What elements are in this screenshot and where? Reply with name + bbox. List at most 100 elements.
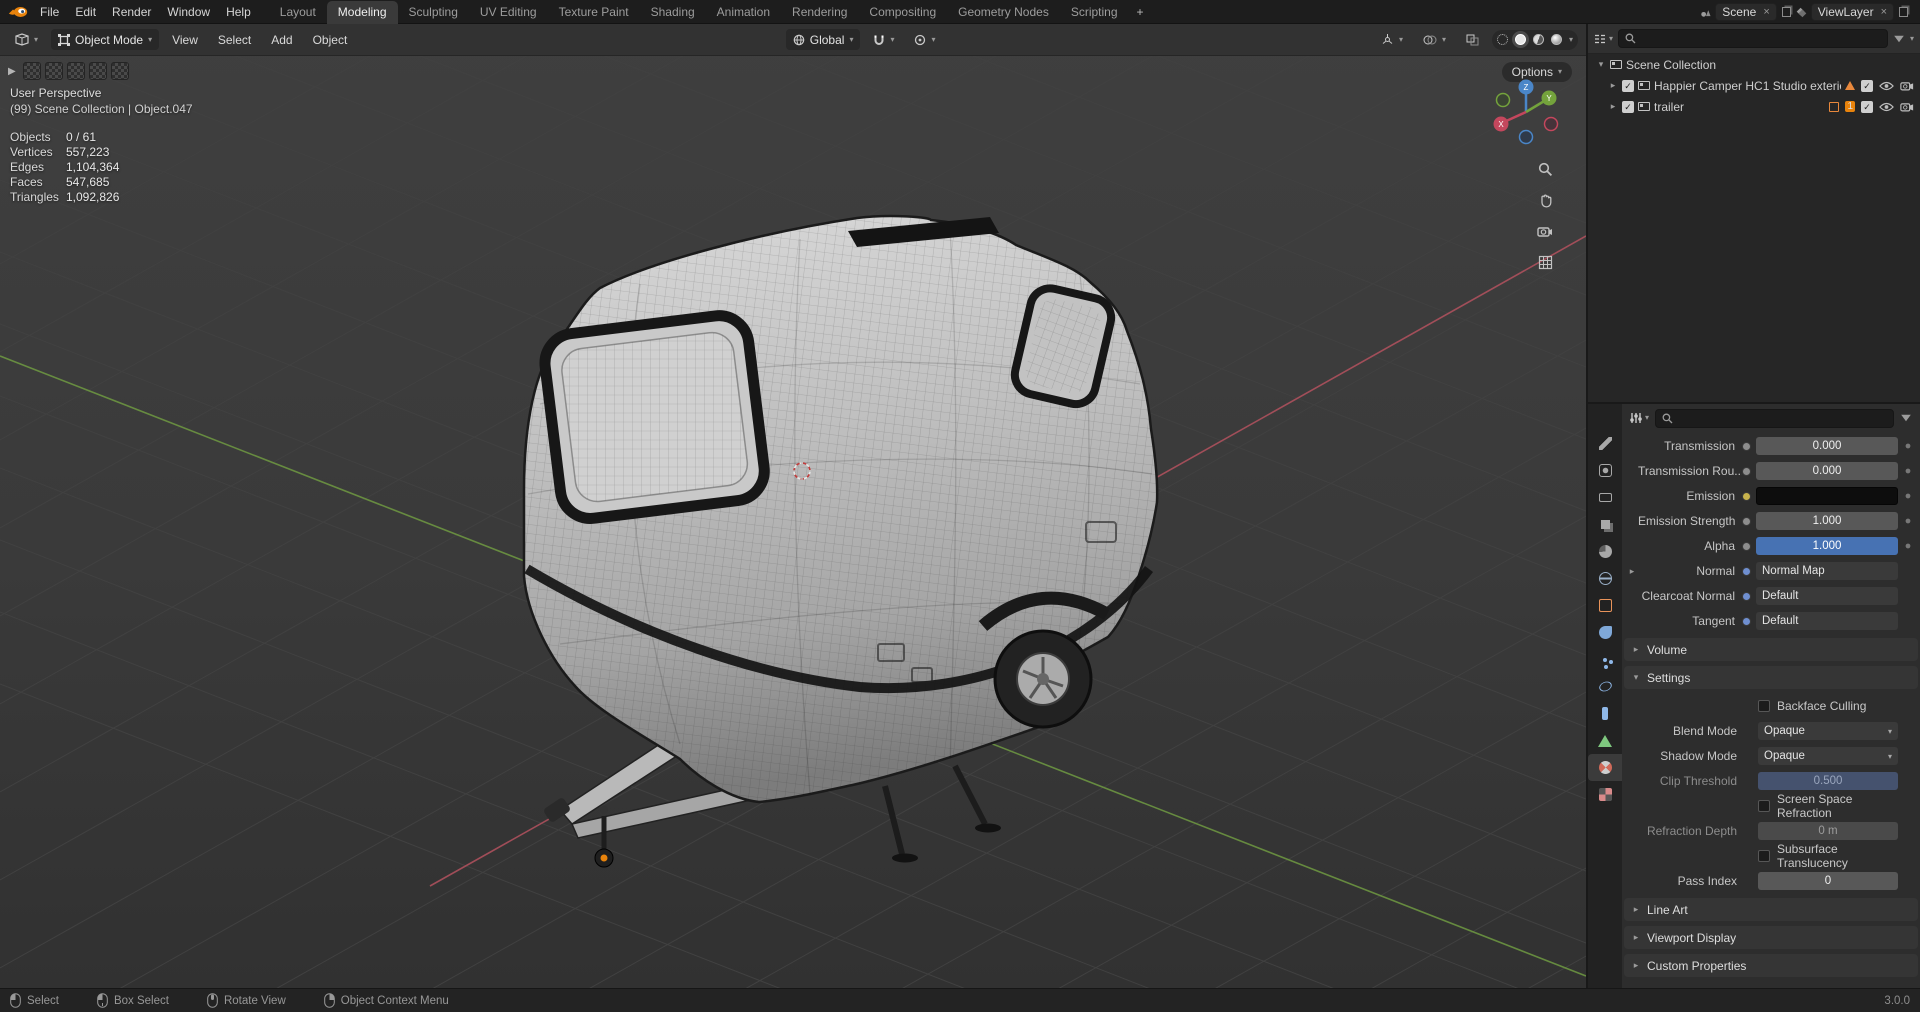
properties-editor-type-button[interactable]: ▾ xyxy=(1630,412,1649,424)
menu-edit[interactable]: Edit xyxy=(67,3,104,21)
socket-icon[interactable] xyxy=(1742,466,1751,476)
blend-mode-dropdown[interactable]: Opaque ▾ xyxy=(1758,722,1898,740)
shading-dropdown-icon[interactable]: ▾ xyxy=(1569,35,1573,44)
show-overlays-toggle[interactable]: ▾ xyxy=(1416,29,1453,50)
tab-object-data[interactable] xyxy=(1588,727,1622,754)
backface-culling-checkbox[interactable] xyxy=(1758,700,1770,712)
blender-logo-icon[interactable] xyxy=(8,5,28,19)
tab-view-layer[interactable] xyxy=(1588,511,1622,538)
tab-texture[interactable] xyxy=(1588,781,1622,808)
emission-strength-field[interactable]: 1.000 xyxy=(1756,512,1898,530)
toggle-ortho-icon[interactable] xyxy=(1534,251,1556,273)
add-workspace-button[interactable]: + xyxy=(1129,1,1152,24)
normal-input-field[interactable]: Normal Map xyxy=(1756,562,1898,580)
proportional-editing-toggle[interactable]: ▾ xyxy=(907,29,942,50)
selectable-checkbox[interactable]: ✓ xyxy=(1861,79,1873,92)
show-gizmo-toggle[interactable]: ▾ xyxy=(1374,29,1410,50)
screen-space-refraction-checkbox[interactable] xyxy=(1758,800,1770,812)
disclosure-icon[interactable]: ▾ xyxy=(1596,59,1606,70)
tangent-field[interactable]: Default xyxy=(1756,612,1898,630)
refraction-depth-field[interactable]: 0 m xyxy=(1758,822,1898,840)
normal-disclosure-icon[interactable]: ▸ xyxy=(1626,566,1638,577)
tab-modeling[interactable]: Modeling xyxy=(326,0,398,24)
outliner-row-exterior[interactable]: ▸ ✓ Happier Camper HC1 Studio exterior ✓ xyxy=(1588,75,1920,96)
gizmo-y-label[interactable]: Y xyxy=(1546,94,1552,103)
keyframe-decorator[interactable] xyxy=(1905,543,1911,549)
tab-sculpting[interactable]: Sculpting xyxy=(398,1,469,24)
outliner-filter-dropdown-icon[interactable]: ▾ xyxy=(1910,34,1914,43)
menu-help[interactable]: Help xyxy=(218,3,259,21)
socket-icon[interactable] xyxy=(1742,491,1751,501)
properties-filter-icon[interactable] xyxy=(1901,414,1911,422)
outliner-search-input[interactable] xyxy=(1618,29,1888,48)
viewlayer-unlink-icon[interactable]: × xyxy=(1881,6,1887,18)
tab-world[interactable] xyxy=(1588,565,1622,592)
camera-view-icon[interactable] xyxy=(1534,220,1556,242)
select-mode-icon-5[interactable] xyxy=(110,62,129,80)
scene-unlink-icon[interactable]: × xyxy=(1763,6,1769,18)
editor-type-button[interactable]: ▾ xyxy=(8,29,45,50)
panel-settings[interactable]: ▾ Settings xyxy=(1624,666,1918,689)
hide-eye-icon[interactable] xyxy=(1879,81,1894,91)
alpha-slider[interactable]: 1.000 xyxy=(1756,537,1898,555)
front-window[interactable] xyxy=(539,310,770,524)
viewport-menu-view[interactable]: View xyxy=(165,30,205,50)
shading-rendered-button[interactable] xyxy=(1550,34,1562,45)
viewport-menu-add[interactable]: Add xyxy=(264,30,299,50)
outliner-row-scene-collection[interactable]: ▾ Scene Collection xyxy=(1588,54,1920,75)
selectable-checkbox[interactable]: ✓ xyxy=(1861,100,1873,113)
disclosure-icon[interactable]: ▸ xyxy=(1608,101,1618,112)
tab-material[interactable] xyxy=(1588,754,1622,781)
new-scene-icon[interactable] xyxy=(1781,6,1791,17)
clearcoat-normal-field[interactable]: Default xyxy=(1756,587,1898,605)
socket-icon[interactable] xyxy=(1742,541,1751,551)
navigation-gizmo[interactable]: Z Y X xyxy=(1490,76,1562,151)
collection-checkbox[interactable]: ✓ xyxy=(1622,79,1634,92)
tab-modifiers[interactable] xyxy=(1588,619,1622,646)
emission-color-swatch[interactable] xyxy=(1756,487,1898,505)
tab-scene[interactable] xyxy=(1588,538,1622,565)
snap-toggle[interactable]: ▾ xyxy=(866,29,901,50)
tab-scripting[interactable]: Scripting xyxy=(1060,1,1129,24)
menu-window[interactable]: Window xyxy=(159,3,218,21)
transform-orientation-dropdown[interactable]: Global ▾ xyxy=(785,29,861,50)
transmission-roughness-field[interactable]: 0.000 xyxy=(1756,462,1898,480)
camper-model[interactable] xyxy=(522,214,1159,868)
subsurface-translucency-checkbox[interactable] xyxy=(1758,850,1770,862)
clip-threshold-slider[interactable]: 0.500 xyxy=(1758,772,1898,790)
viewport-menu-object[interactable]: Object xyxy=(306,30,355,50)
tab-animation[interactable]: Animation xyxy=(706,1,781,24)
viewport-3d[interactable]: ▾ Object Mode ▾ View Select Add Object G… xyxy=(0,24,1586,988)
tab-rendering[interactable]: Rendering xyxy=(781,1,858,24)
socket-icon[interactable] xyxy=(1742,616,1751,626)
keyframe-decorator[interactable] xyxy=(1905,493,1911,499)
disclosure-icon[interactable]: ▸ xyxy=(1608,80,1618,91)
scene-selector[interactable]: Scene × xyxy=(1715,2,1777,21)
mode-dropdown[interactable]: Object Mode ▾ xyxy=(51,29,160,50)
tab-output[interactable] xyxy=(1588,484,1622,511)
properties-search-input[interactable] xyxy=(1655,408,1894,428)
scene-browse-icon[interactable] xyxy=(1700,7,1711,17)
viewlayer-selector[interactable]: ViewLayer × xyxy=(1810,2,1894,21)
transmission-field[interactable]: 0.000 xyxy=(1756,437,1898,455)
tab-tool[interactable] xyxy=(1588,430,1622,457)
hide-eye-icon[interactable] xyxy=(1879,102,1894,112)
collection-checkbox[interactable]: ✓ xyxy=(1622,100,1634,113)
select-mode-icon-1[interactable] xyxy=(22,62,41,80)
keyframe-decorator[interactable] xyxy=(1905,468,1911,474)
shading-material-button[interactable] xyxy=(1532,34,1544,45)
zoom-icon[interactable] xyxy=(1534,158,1556,180)
tab-geometry-nodes[interactable]: Geometry Nodes xyxy=(947,1,1060,24)
tool-settings-expand-icon[interactable]: ▶ xyxy=(8,66,16,77)
keyframe-decorator[interactable] xyxy=(1905,518,1911,524)
viewport-menu-select[interactable]: Select xyxy=(211,30,258,50)
new-viewlayer-icon[interactable] xyxy=(1899,6,1908,17)
tab-compositing[interactable]: Compositing xyxy=(858,1,947,24)
outliner-editor-type-button[interactable]: ▾ xyxy=(1594,33,1613,45)
disable-render-camera-icon[interactable] xyxy=(1900,101,1914,112)
socket-icon[interactable] xyxy=(1742,591,1751,601)
tab-texture-paint[interactable]: Texture Paint xyxy=(548,1,640,24)
socket-icon[interactable] xyxy=(1742,516,1751,526)
shadow-mode-dropdown[interactable]: Opaque ▾ xyxy=(1758,747,1898,765)
pass-index-field[interactable]: 0 xyxy=(1758,872,1898,890)
